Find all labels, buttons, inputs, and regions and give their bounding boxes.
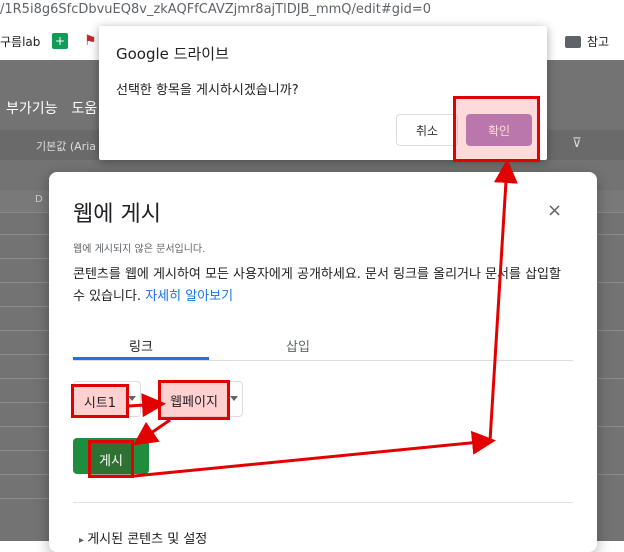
arrow-to-confirm: [488, 159, 518, 442]
arrow-format-to-publish: [133, 418, 171, 446]
annotation-arrows: [128, 159, 518, 478]
arrow-sheet-to-format: [128, 393, 166, 418]
arrow-publish-to-right: [133, 430, 496, 478]
